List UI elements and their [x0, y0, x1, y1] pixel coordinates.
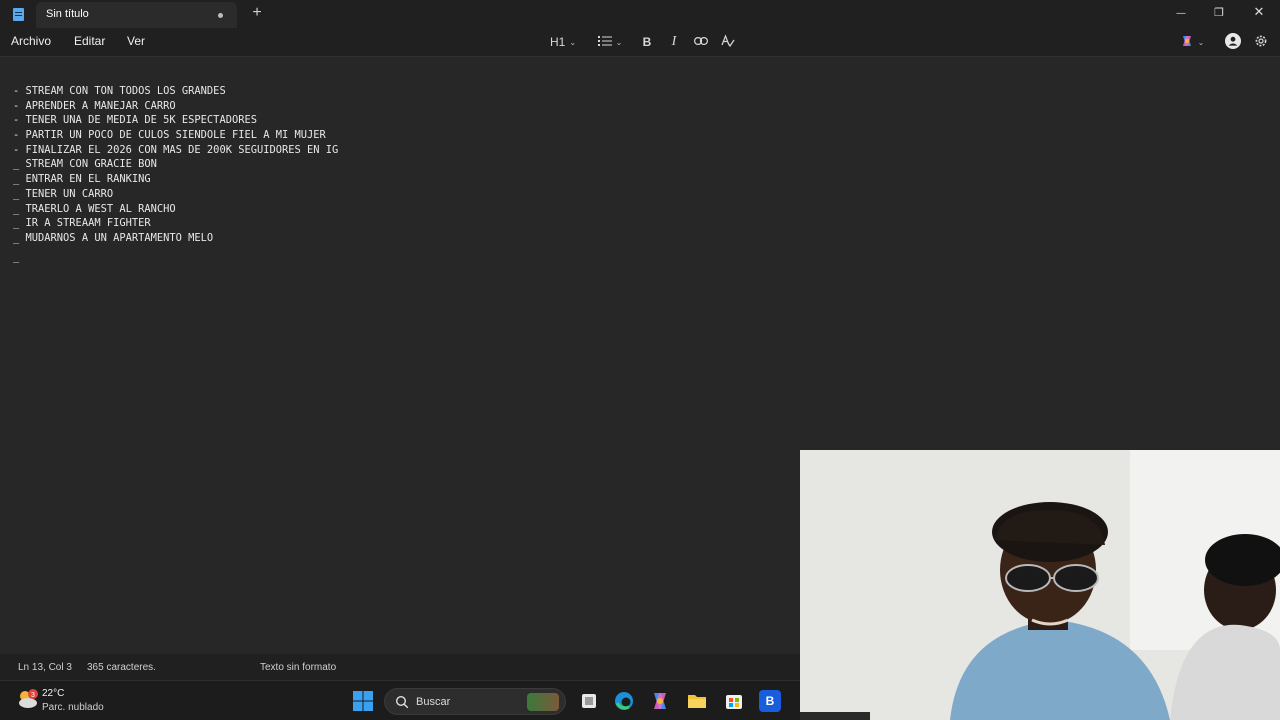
weather-description: Parc. nublado	[42, 702, 104, 713]
folder-icon[interactable]	[686, 690, 708, 712]
edge-icon[interactable]	[613, 690, 635, 712]
cursor-position: Ln 13, Col 3	[18, 662, 72, 673]
list-icon	[597, 36, 612, 46]
text-line[interactable]: - TENER UNA DE MEDIA DE 5K ESPECTADORES	[13, 113, 338, 128]
text-line[interactable]: - PARTIR UN POCO DE CULOS SIENDOLE FIEL …	[13, 128, 338, 143]
heading-label: H1	[549, 35, 566, 49]
link-icon	[694, 37, 709, 46]
close-icon: ✕	[1253, 5, 1265, 20]
settings-button[interactable]	[1253, 33, 1269, 51]
taskbar-search[interactable]: Buscar	[384, 688, 566, 715]
notepad-window: Sin título + — ❐ ✕ Archivo Editar Ver H1…	[0, 0, 1280, 720]
text-line[interactable]: - STREAM CON TON TODOS LOS GRANDES	[13, 84, 338, 99]
italic-button[interactable]: I	[667, 33, 681, 51]
text-format[interactable]: Texto sin formato	[260, 662, 336, 673]
status-bar: Ln 13, Col 3 365 caracteres. Texto sin f…	[0, 655, 800, 680]
bitwarden-icon[interactable]: B	[759, 690, 781, 712]
bold-button[interactable]: B	[640, 33, 654, 51]
text-line[interactable]: _ TRAERLO A WEST AL RANCHO	[13, 202, 338, 217]
notepad-icon	[13, 8, 24, 21]
minimize-icon: —	[1176, 8, 1186, 19]
search-highlight-icon	[527, 693, 559, 711]
list-dropdown[interactable]: ⌄	[594, 33, 626, 51]
copilot-dropdown[interactable]: ⌄	[1176, 33, 1208, 51]
tab-sin-titulo[interactable]: Sin título	[36, 2, 237, 28]
weather-temperature: 22°C	[42, 688, 65, 699]
text-line[interactable]: _ IR A STREAAM FIGHTER	[13, 216, 338, 231]
file-explorer-icon[interactable]	[578, 690, 600, 712]
search-icon	[395, 695, 409, 709]
chevron-down-icon: ⌄	[569, 38, 577, 47]
text-line[interactable]: - APRENDER A MANEJAR CARRO	[13, 99, 338, 114]
tab-title: Sin título	[46, 8, 89, 20]
search-placeholder: Buscar	[416, 696, 451, 708]
spellcheck-button[interactable]	[720, 33, 736, 51]
new-tab-button[interactable]: +	[249, 5, 265, 21]
character-count: 365 caracteres.	[87, 662, 156, 673]
menu-bar: Archivo Editar Ver H1 ⌄ ⌄ B I ⌄	[0, 28, 1280, 56]
heading-dropdown[interactable]: H1 ⌄	[547, 33, 579, 51]
text-line[interactable]: _ TENER UN CARRO	[13, 187, 338, 202]
account-icon	[1224, 33, 1241, 49]
windows-start-icon[interactable]	[352, 690, 374, 712]
maximize-button[interactable]: ❐	[1200, 0, 1238, 26]
text-line[interactable]: _ MUDARNOS A UN APARTAMENTO MELO	[13, 231, 338, 246]
text-line[interactable]: - FINALIZAR EL 2026 CON MAS DE 200K SEGU…	[13, 143, 338, 158]
menu-edit[interactable]: Editar	[74, 34, 105, 48]
copilot-icon	[1182, 36, 1191, 46]
webcam-image	[800, 450, 1280, 720]
link-button[interactable]	[693, 33, 709, 51]
menu-file[interactable]: Archivo	[11, 34, 51, 48]
close-button[interactable]: ✕	[1240, 0, 1278, 26]
weather-badge: 3	[31, 692, 35, 699]
text-line[interactable]: _ STREAM CON GRACIE BON	[13, 157, 338, 172]
account-button[interactable]	[1224, 33, 1241, 51]
text-line[interactable]: _ ENTRAR EN EL RANKING	[13, 172, 338, 187]
webcam-overlay	[800, 450, 1280, 720]
unsaved-dot-icon[interactable]	[218, 13, 223, 18]
document-text[interactable]: - STREAM CON TON TODOS LOS GRANDES - APR…	[13, 84, 338, 264]
title-bar: Sin título + — ❐ ✕	[0, 0, 1280, 28]
chevron-down-icon: ⌄	[1197, 38, 1205, 47]
text-line[interactable]: _	[13, 250, 338, 265]
menu-view[interactable]: Ver	[127, 34, 145, 48]
chevron-down-icon: ⌄	[615, 38, 623, 47]
restore-icon: ❐	[1214, 6, 1224, 19]
settings-icon	[1255, 35, 1267, 47]
weather-icon: 3	[19, 689, 38, 708]
copilot-app-icon[interactable]	[649, 690, 671, 712]
store-icon[interactable]	[723, 690, 745, 712]
spellcheck-icon	[721, 34, 735, 48]
minimize-button[interactable]: —	[1162, 0, 1200, 26]
